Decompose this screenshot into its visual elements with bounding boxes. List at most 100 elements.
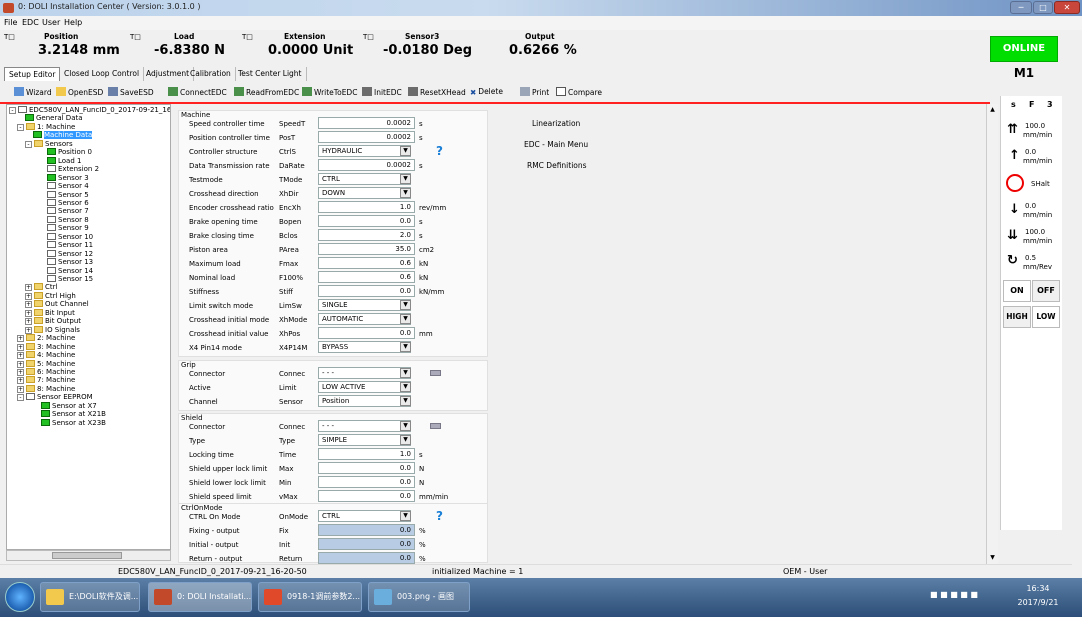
low-button[interactable]: LOW xyxy=(1032,306,1060,328)
field-input[interactable]: 1.0 xyxy=(318,448,415,460)
expand-icon[interactable]: + xyxy=(25,284,32,292)
field-input[interactable]: 0.0002 xyxy=(318,131,415,143)
expand-icon[interactable]: + xyxy=(25,326,32,334)
tree-eeprom-2[interactable]: Sensor at X23B xyxy=(41,418,106,428)
field-select[interactable]: Position xyxy=(318,395,411,407)
expand-icon[interactable]: + xyxy=(25,318,32,326)
field-input[interactable]: 0.0 xyxy=(318,552,415,564)
expand-icon[interactable]: + xyxy=(17,343,24,351)
expand-icon[interactable]: + xyxy=(25,309,32,317)
chevron-down-icon[interactable]: ▼ xyxy=(400,435,411,445)
chevron-down-icon[interactable]: ▼ xyxy=(400,342,411,352)
print-button[interactable]: Print xyxy=(520,87,549,97)
chevron-down-icon[interactable]: ▼ xyxy=(400,382,411,392)
field-input[interactable]: 0.0 xyxy=(318,462,415,474)
maximize-icon[interactable]: □ xyxy=(1033,1,1053,14)
expand-icon[interactable]: + xyxy=(17,368,24,376)
field-input[interactable]: 0.0 xyxy=(318,285,415,297)
field-select[interactable]: HYDRAULIC xyxy=(318,145,411,157)
field-input[interactable]: 0.6 xyxy=(318,257,415,269)
reset-xhead-button[interactable]: ResetXHead xyxy=(408,87,466,97)
expand-icon[interactable]: + xyxy=(25,301,32,309)
field-input[interactable]: 0.6 xyxy=(318,271,415,283)
chevron-down-icon[interactable]: ▼ xyxy=(400,368,411,378)
expand-icon[interactable]: + xyxy=(17,377,24,385)
chevron-down-icon[interactable]: ▼ xyxy=(400,174,411,184)
tab-closed-loop-control[interactable]: Closed Loop Control xyxy=(60,67,145,81)
taskbar-paint[interactable]: 003.png - 画图 xyxy=(368,582,470,612)
start-button[interactable] xyxy=(5,582,35,612)
clock-time[interactable]: 16:34 xyxy=(1018,584,1058,593)
field-input[interactable]: 35.0 xyxy=(318,243,415,255)
field-input[interactable]: 0.0002 xyxy=(318,159,415,171)
expand-icon[interactable]: + xyxy=(17,385,24,393)
form-vertical-scrollbar[interactable]: ▲ ▼ xyxy=(986,104,998,566)
expand-icon[interactable]: + xyxy=(17,352,24,360)
field-input[interactable]: 0.0 xyxy=(318,524,415,536)
chevron-down-icon[interactable]: ▼ xyxy=(400,314,411,324)
menu-edc[interactable]: EDC xyxy=(22,18,39,27)
chevron-down-icon[interactable]: ▼ xyxy=(400,511,411,521)
mode-3[interactable]: 3 xyxy=(1047,100,1053,109)
tree-horizontal-scrollbar[interactable] xyxy=(6,550,171,561)
field-select[interactable]: - - - xyxy=(318,420,411,432)
scroll-up-icon[interactable]: ▲ xyxy=(988,106,997,115)
field-select[interactable]: DOWN xyxy=(318,187,411,199)
menu-file[interactable]: File xyxy=(4,18,17,27)
collapse-icon[interactable]: - xyxy=(25,140,32,148)
link-linearization[interactable]: Linearization xyxy=(532,119,580,128)
off-button[interactable]: OFF xyxy=(1032,280,1060,302)
high-button[interactable]: HIGH xyxy=(1003,306,1031,328)
read-from-edc-button[interactable]: ReadFromEDC xyxy=(234,87,299,97)
field-input[interactable]: 0.0 xyxy=(318,490,415,502)
field-select[interactable]: SINGLE xyxy=(318,299,411,311)
field-select[interactable]: LOW ACTIVE xyxy=(318,381,411,393)
chevron-down-icon[interactable]: ▼ xyxy=(400,396,411,406)
field-select[interactable]: SIMPLE xyxy=(318,434,411,446)
field-input[interactable]: 2.0 xyxy=(318,229,415,241)
expand-icon[interactable]: + xyxy=(25,292,32,300)
mode-f[interactable]: F xyxy=(1029,100,1034,109)
link-edc-main-menu[interactable]: EDC - Main Menu xyxy=(524,140,588,149)
chevron-down-icon[interactable]: ▼ xyxy=(400,188,411,198)
field-input[interactable]: 0.0 xyxy=(318,327,415,339)
link-rmc-definitions[interactable]: RMC Definitions xyxy=(527,161,587,170)
compare-button[interactable]: Compare xyxy=(556,87,602,97)
connect-edc-button[interactable]: ConnectEDC xyxy=(168,87,227,97)
collapse-icon[interactable]: - xyxy=(17,123,24,131)
expand-icon[interactable]: + xyxy=(17,335,24,343)
field-select[interactable]: - - - xyxy=(318,367,411,379)
field-select[interactable]: BYPASS xyxy=(318,341,411,353)
tab-setup-editor[interactable]: Setup Editor xyxy=(4,67,61,81)
taskbar-document[interactable]: 0918-1调前参数2... xyxy=(258,582,362,612)
expand-icon[interactable]: + xyxy=(17,360,24,368)
field-input[interactable]: 0.0 xyxy=(318,538,415,550)
chevron-down-icon[interactable]: ▼ xyxy=(400,421,411,431)
init-edc-button[interactable]: InitEDC xyxy=(362,87,402,97)
field-input[interactable]: 0.0 xyxy=(318,215,415,227)
tab-calibration[interactable]: Calibration xyxy=(186,67,236,81)
chevron-down-icon[interactable]: ▼ xyxy=(400,300,411,310)
menu-user[interactable]: User xyxy=(42,18,60,27)
taskbar-explorer[interactable]: E:\DOLI软件及调... xyxy=(40,582,140,612)
chevron-down-icon[interactable]: ▼ xyxy=(400,146,411,156)
field-input[interactable]: 0.0 xyxy=(318,476,415,488)
open-esd-button[interactable]: OpenESD xyxy=(56,87,103,97)
collapse-icon[interactable]: - xyxy=(9,107,16,114)
field-input[interactable]: 0.0002 xyxy=(318,117,415,129)
field-select[interactable]: CTRL xyxy=(318,173,411,185)
collapse-icon[interactable]: - xyxy=(17,394,24,402)
help-icon[interactable]: ? xyxy=(436,144,443,158)
taskbar-doli[interactable]: 0: DOLI Installati... xyxy=(148,582,252,612)
save-esd-button[interactable]: SaveESD xyxy=(108,87,154,97)
menu-help[interactable]: Help xyxy=(64,18,82,27)
field-select[interactable]: AUTOMATIC xyxy=(318,313,411,325)
help-icon[interactable]: ? xyxy=(436,509,443,523)
mode-s[interactable]: s xyxy=(1011,100,1016,109)
config-tree[interactable]: - EDC580V_LAN_FuncID_0_2017-09-21_16 Gener… xyxy=(6,104,171,550)
close-icon[interactable]: ✕ xyxy=(1054,1,1080,14)
write-to-edc-button[interactable]: WriteToEDC xyxy=(302,87,357,97)
delete-button[interactable]: ✖ Delete xyxy=(470,87,503,97)
clock-date[interactable]: 2017/9/21 xyxy=(1016,598,1060,607)
on-button[interactable]: ON xyxy=(1003,280,1031,302)
